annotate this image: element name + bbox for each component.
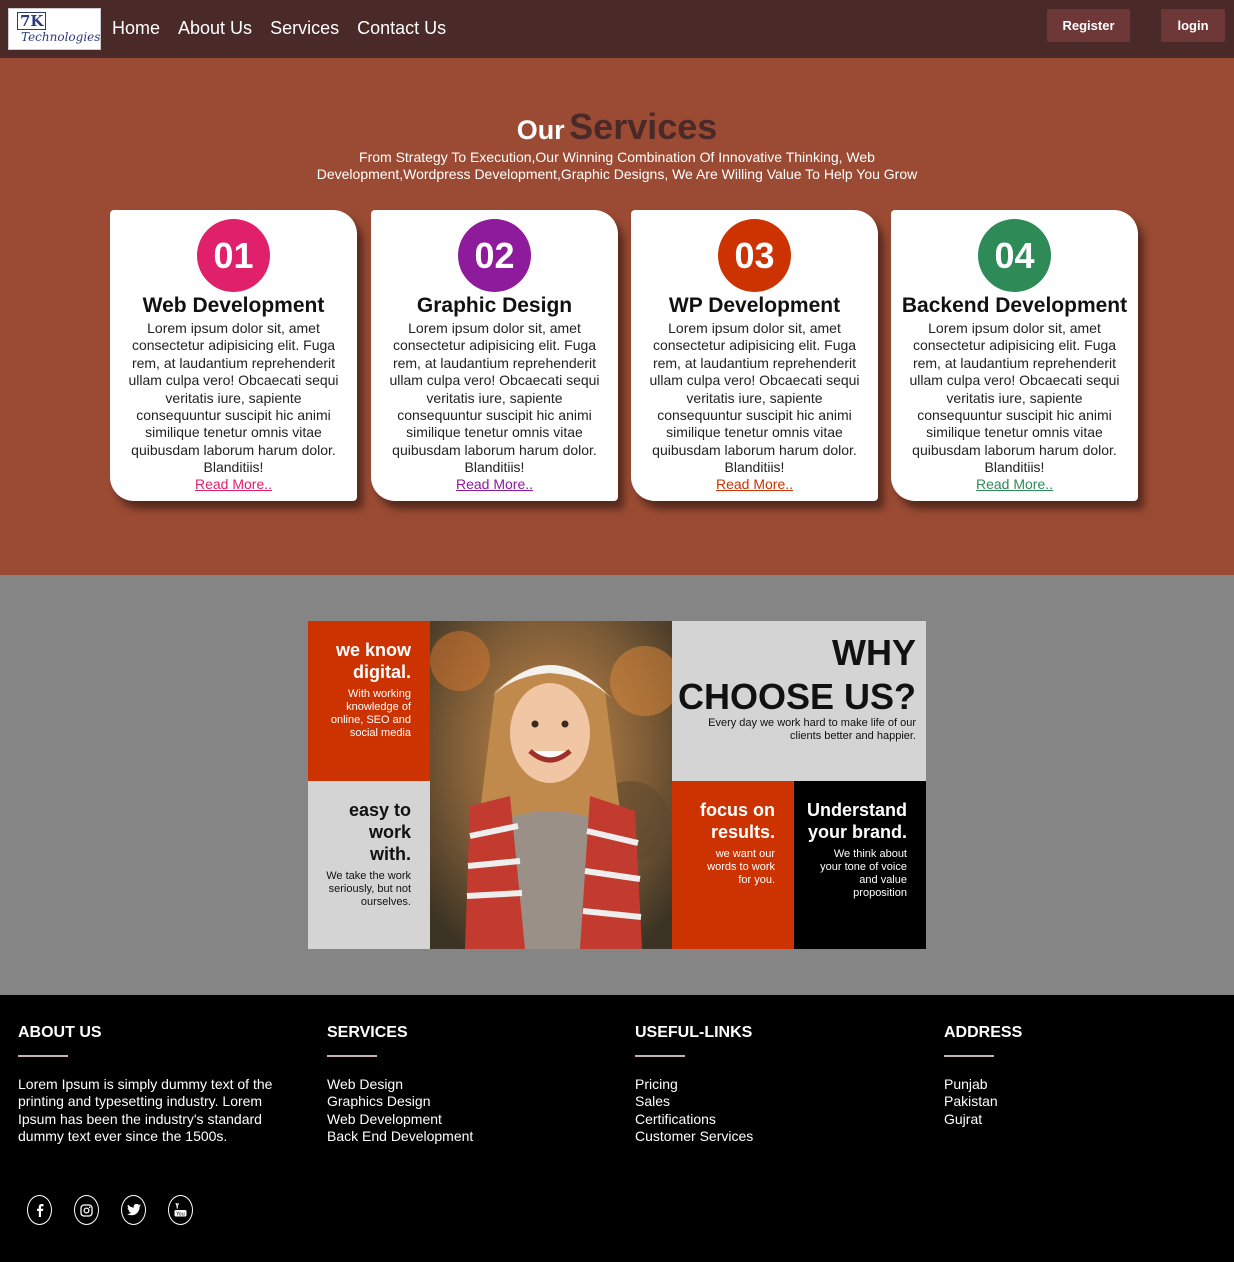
youtube-icon[interactable]: You [168,1195,193,1225]
nav-about[interactable]: About Us [178,18,252,39]
card-body: Lorem ipsum dolor sit, amet consectetur … [909,320,1120,476]
why-choose-section: we know digital. With working knowledge … [0,575,1234,995]
nav-links: Home About Us Services Contact Us [112,18,446,39]
tile-know-digital: we know digital. With working knowledge … [308,621,430,781]
read-more-link[interactable]: Read More.. [371,476,618,492]
address-line: Gujrat [944,1110,983,1127]
card-title: WP Development [668,294,841,317]
tile-heading: Understand your brand. [806,800,907,842]
tile-text: we want our words to work for you. [707,848,775,886]
footer-about-text: Lorem Ipsum is simply dummy text of the … [18,1076,273,1145]
service-card: 01 Web Development Lorem ipsum dolor sit… [110,210,357,501]
card-title: Graphic Design [416,294,573,317]
footer-heading: ABOUT US [18,1024,102,1041]
card-body: Lorem ipsum dolor sit, amet consectetur … [649,320,860,476]
login-button[interactable]: login [1161,9,1225,42]
footer-link[interactable]: Back End Development [327,1128,617,1145]
footer-about: ABOUT US Lorem Ipsum is simply dummy tex… [18,1024,308,1146]
card-number: 03 [718,219,791,292]
tile-why-choose-us: WHY CHOOSE US? Every day we work hard to… [672,621,926,781]
footer-divider [635,1055,685,1057]
social-links: You [27,1195,193,1225]
card-number: 01 [197,219,270,292]
footer-link[interactable]: Customer Services [635,1128,925,1145]
tile-heading: easy to work with. [348,800,411,864]
footer-address: ADDRESS Punjab Pakistan Gujrat [944,1024,1234,1128]
register-button[interactable]: Register [1047,9,1130,42]
services-subtitle: From Strategy To Execution,Our Winning C… [316,149,918,182]
nav-services[interactable]: Services [270,18,339,39]
service-card: 04 Backend Development Lorem ipsum dolor… [891,210,1138,501]
nav-home[interactable]: Home [112,18,160,39]
logo[interactable]: 7K Technologies [8,8,101,50]
footer-link[interactable]: Pricing [635,1076,925,1093]
card-body: Lorem ipsum dolor sit, amet consectetur … [128,320,339,476]
woman-photo-illustration [430,621,672,949]
footer-divider [944,1055,994,1057]
tile-text: We take the work seriously, but not ours… [326,870,411,908]
read-more-link[interactable]: Read More.. [891,476,1138,492]
card-title: Backend Development [901,294,1128,317]
footer-divider [327,1055,377,1057]
tile-text: With working knowledge of online, SEO an… [330,688,411,739]
footer-link[interactable]: Sales [635,1093,925,1110]
services-title-our: Our [516,115,565,145]
service-card: 02 Graphic Design Lorem ipsum dolor sit,… [371,210,618,501]
services-section: Our Services From Strategy To Execution,… [0,58,1234,575]
service-card: 03 WP Development Lorem ipsum dolor sit,… [631,210,878,501]
tile-text: We think about your tone of voice and va… [820,848,907,899]
footer-link[interactable]: Web Development [327,1111,617,1128]
card-body: Lorem ipsum dolor sit, amet consectetur … [389,320,600,476]
tile-focus-results: focus on results. we want our words to w… [672,781,794,949]
why-heading: WHY CHOOSE US? [677,632,916,717]
footer-link[interactable]: Web Design [327,1076,617,1093]
woman-photo [430,621,672,949]
twitter-icon[interactable] [121,1195,146,1225]
services-title: Our Services [0,106,1234,148]
svg-text:You: You [175,1211,185,1217]
services-title-services: Services [569,106,718,147]
facebook-icon[interactable] [27,1195,52,1225]
tile-easy-to-work: easy to work with. We take the work seri… [308,781,430,949]
card-number: 02 [458,219,531,292]
card-number: 04 [978,219,1051,292]
instagram-icon[interactable] [74,1195,99,1225]
footer-useful-links: USEFUL-LINKS Pricing Sales Certification… [635,1024,925,1146]
tile-heading: focus on results. [700,800,775,842]
footer-heading: USEFUL-LINKS [635,1024,753,1041]
address-line: Pakistan [944,1093,998,1110]
logo-word: Technologies [21,30,101,44]
read-more-link[interactable]: Read More.. [631,476,878,492]
logo-mark: 7K [17,12,47,30]
footer-services: SERVICES Web Design Graphics Design Web … [327,1024,617,1146]
footer-link[interactable]: Certifications [635,1111,925,1128]
card-title: Web Development [142,294,325,317]
tile-understand-brand: Understand your brand. We think about yo… [794,781,926,949]
nav-contact[interactable]: Contact Us [357,18,446,39]
footer-link[interactable]: Graphics Design [327,1093,617,1110]
footer-heading: ADDRESS [944,1024,1023,1041]
footer-heading: SERVICES [327,1024,408,1041]
navbar: 7K Technologies Home About Us Services C… [0,0,1234,58]
address-line: Punjab [944,1076,988,1092]
footer: ABOUT US Lorem Ipsum is simply dummy tex… [0,995,1234,1262]
read-more-link[interactable]: Read More.. [110,476,357,492]
why-text: Every day we work hard to make life of o… [708,717,916,742]
footer-divider [18,1055,68,1057]
tile-heading: we know digital. [335,640,411,682]
